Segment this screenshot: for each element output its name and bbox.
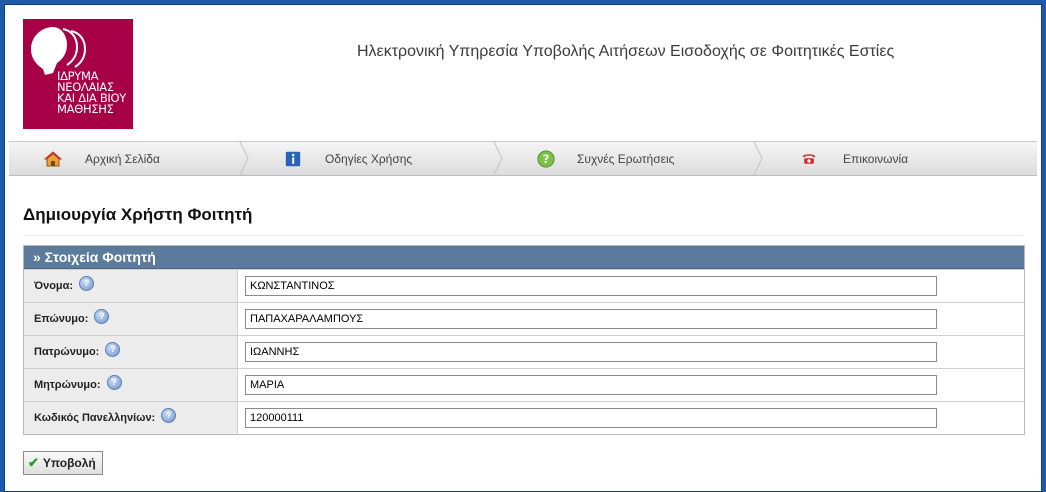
nav-item-faq[interactable]: ? Συχνές Ερωτήσεις bbox=[537, 142, 674, 175]
submit-button[interactable]: ✔ Υποβολή bbox=[23, 451, 103, 475]
logo-line-4: ΜΑΘΗΣΗΣ bbox=[57, 102, 114, 116]
help-icon[interactable]: ? bbox=[79, 275, 95, 291]
main-nav: Αρχική Σελίδα Οδηγίες Χρήσης ? Συχνές Ερ… bbox=[9, 141, 1037, 176]
nav-separator bbox=[239, 142, 249, 175]
divider bbox=[23, 235, 1023, 236]
help-icon[interactable]: ? bbox=[94, 308, 110, 324]
submit-label: Υποβολή bbox=[42, 456, 96, 470]
info-icon bbox=[285, 151, 301, 166]
field-label: Πατρώνυμο: ? bbox=[24, 336, 238, 368]
nav-item-instructions[interactable]: Οδηγίες Χρήσης bbox=[285, 142, 412, 175]
nav-label-contact: Επικοινωνία bbox=[843, 151, 909, 166]
form-row-father-name: Πατρώνυμο: ? bbox=[24, 335, 1024, 368]
nav-label-faq: Συχνές Ερωτήσεις bbox=[577, 151, 675, 166]
nav-separator bbox=[493, 142, 503, 175]
nav-separator bbox=[753, 142, 763, 175]
form-row-first-name: Όνομα: ? bbox=[24, 269, 1024, 302]
form-row-exam-code: Κωδικός Πανελληνίων: ? bbox=[24, 401, 1024, 434]
nav-label-home: Αρχική Σελίδα bbox=[85, 151, 160, 166]
label-mother-name: Μητρώνυμο: bbox=[34, 379, 101, 391]
question-icon: ? bbox=[537, 149, 555, 168]
label-exam-code: Κωδικός Πανελληνίων: bbox=[34, 412, 156, 424]
site-title: Ηλεκτρονική Υπηρεσία Υποβολής Αιτήσεων Ε… bbox=[357, 43, 895, 60]
form-row-last-name: Επώνυμο: ? bbox=[24, 302, 1024, 335]
father-name-field[interactable] bbox=[245, 342, 937, 362]
section-header: » Στοιχεία Φοιτητή bbox=[24, 246, 1024, 269]
logo[interactable]: ΙΔΡΥΜΑ ΝΕΟΛΑΙΑΣ ΚΑΙ ΔΙΑ ΒΙΟΥ ΜΑΘΗΣΗΣ bbox=[23, 19, 133, 129]
label-last-name: Επώνυμο: bbox=[34, 313, 89, 325]
last-name-field[interactable] bbox=[245, 309, 937, 329]
checkmark-icon: ✔ bbox=[28, 455, 39, 470]
page-title: Δημιουργία Χρήστη Φοιτητή bbox=[23, 205, 253, 224]
nav-item-home[interactable]: Αρχική Σελίδα bbox=[43, 142, 160, 175]
nav-label-instructions: Οδηγίες Χρήσης bbox=[325, 151, 413, 166]
svg-text:?: ? bbox=[543, 152, 550, 166]
field-label: Μητρώνυμο: ? bbox=[24, 369, 238, 401]
help-icon[interactable]: ? bbox=[106, 374, 122, 390]
page-frame: ΙΔΡΥΜΑ ΝΕΟΛΑΙΑΣ ΚΑΙ ΔΙΑ ΒΙΟΥ ΜΑΘΗΣΗΣ Ηλε… bbox=[4, 4, 1042, 492]
help-icon[interactable]: ? bbox=[105, 341, 121, 357]
mother-name-field[interactable] bbox=[245, 375, 937, 395]
help-icon[interactable]: ? bbox=[161, 407, 177, 423]
student-details-form: » Στοιχεία Φοιτητή Όνομα: ? Επώνυμο: ? Π… bbox=[23, 245, 1025, 435]
first-name-field[interactable] bbox=[245, 276, 937, 296]
form-row-mother-name: Μητρώνυμο: ? bbox=[24, 368, 1024, 401]
phone-icon bbox=[802, 153, 816, 164]
label-first-name: Όνομα: bbox=[34, 280, 74, 292]
home-icon bbox=[43, 150, 63, 166]
field-label: Επώνυμο: ? bbox=[24, 303, 238, 335]
field-label: Κωδικός Πανελληνίων: ? bbox=[24, 402, 238, 434]
label-father-name: Πατρώνυμο: bbox=[34, 346, 100, 358]
field-label: Όνομα: ? bbox=[24, 270, 238, 302]
nav-item-contact[interactable]: Επικοινωνία bbox=[799, 142, 908, 175]
exam-code-field[interactable] bbox=[245, 408, 937, 428]
logo-text: ΙΔΡΥΜΑ ΝΕΟΛΑΙΑΣ ΚΑΙ ΔΙΑ ΒΙΟΥ ΜΑΘΗΣΗΣ bbox=[57, 70, 126, 116]
